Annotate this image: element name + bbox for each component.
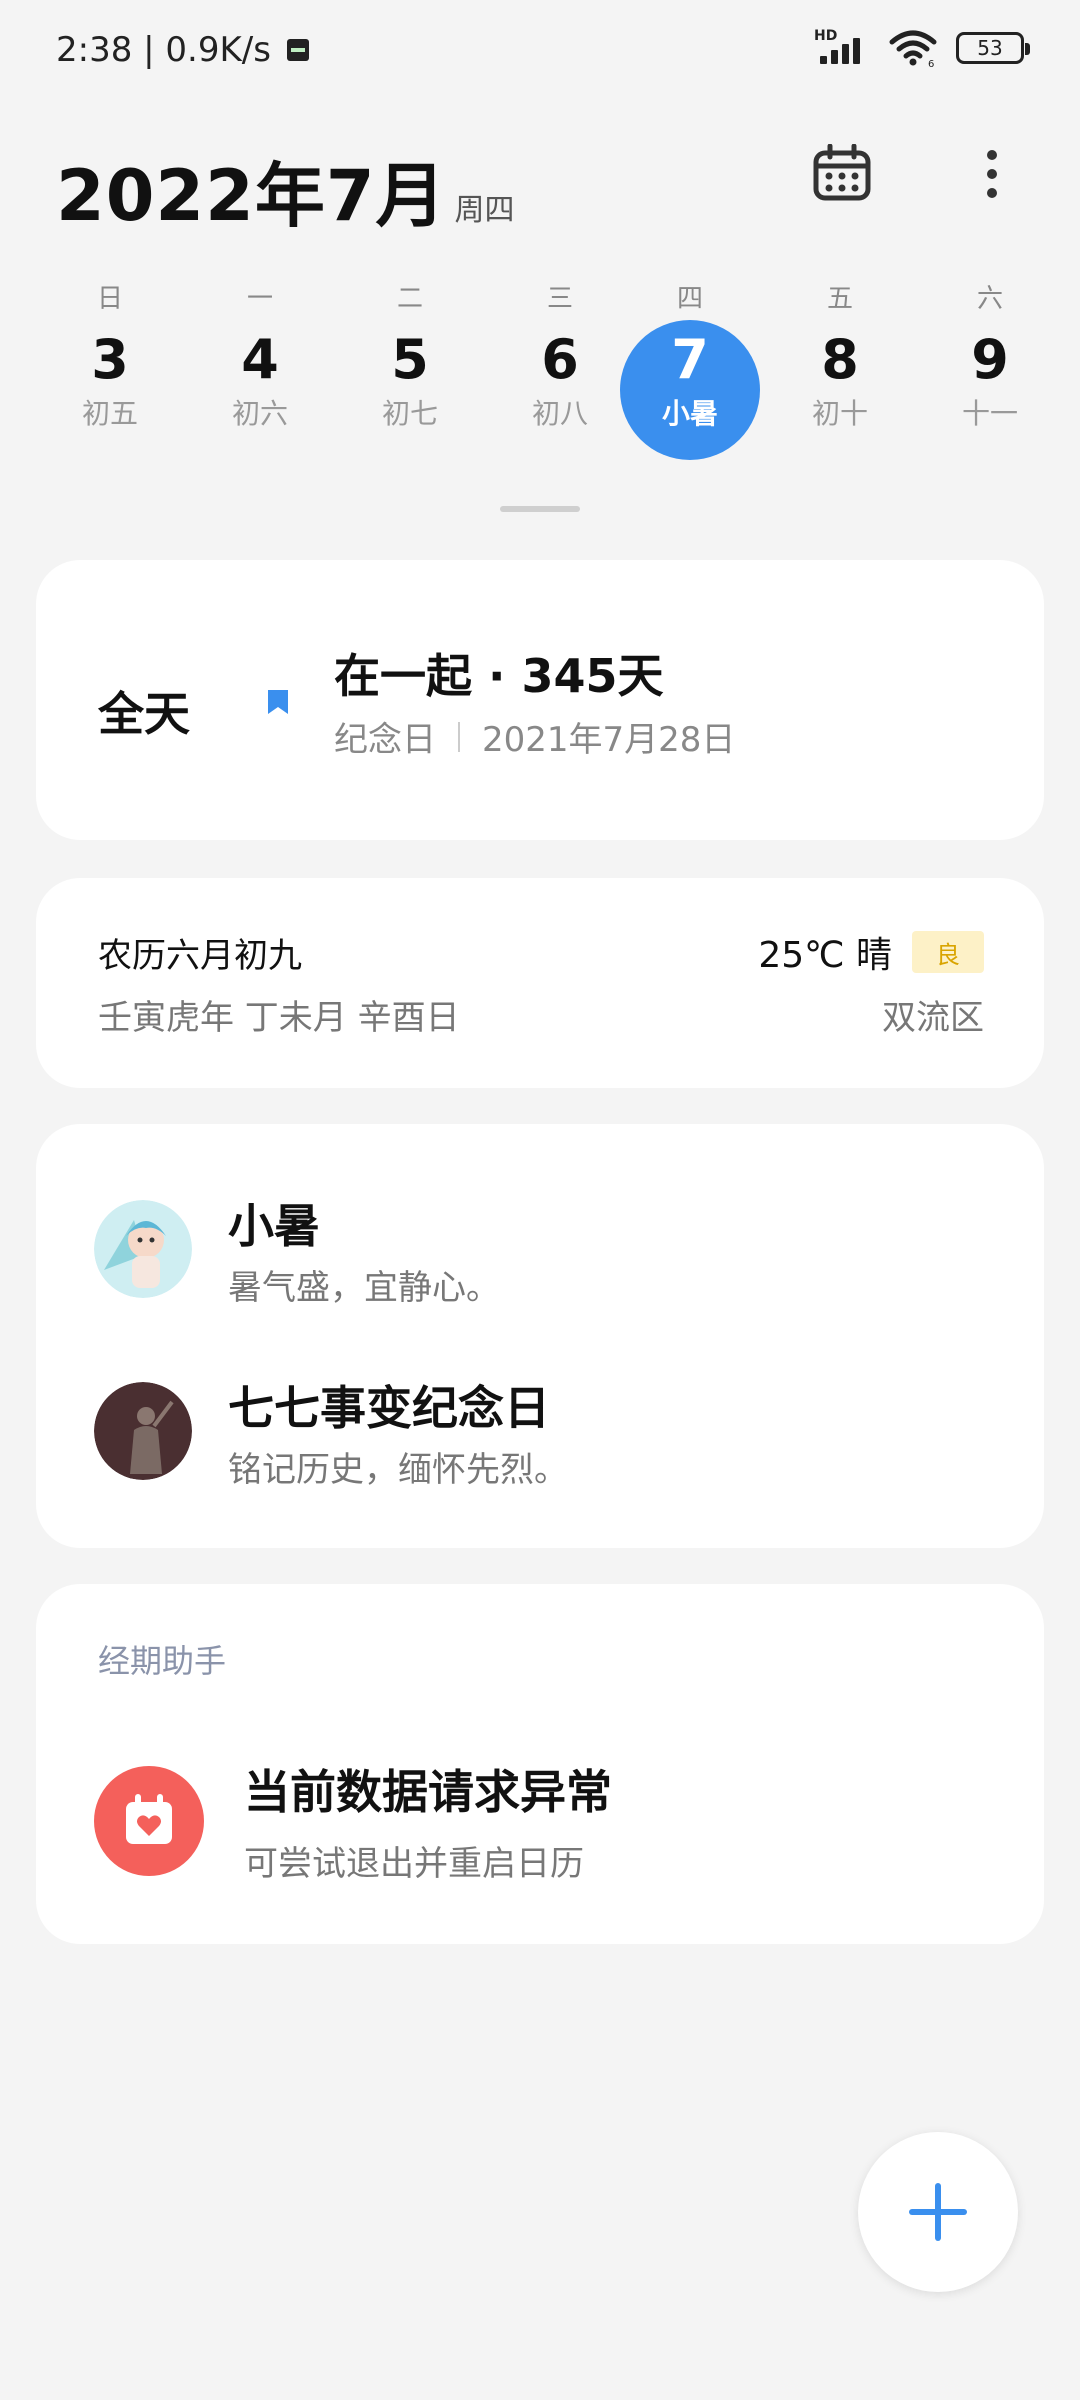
weekday-label: 周四 bbox=[454, 193, 515, 228]
period-calendar-icon bbox=[94, 1766, 204, 1876]
cell-signal-icon: HD bbox=[814, 28, 870, 68]
bookmark-icon bbox=[268, 690, 288, 714]
anniversary-card[interactable]: 全天 在一起 · 345天 纪念日 2021年7月28日 bbox=[36, 560, 1044, 840]
event-item[interactable]: 小暑 暑气盛，宜静心。 bbox=[36, 1180, 1044, 1308]
day-cell-selected[interactable]: 四 7 小暑 bbox=[620, 282, 760, 462]
add-event-button[interactable] bbox=[858, 2132, 1018, 2292]
day-cell[interactable]: 六 9 十一 bbox=[920, 282, 1060, 462]
all-day-label: 全天 bbox=[98, 687, 190, 741]
day-cell[interactable]: 二 5 初七 bbox=[340, 282, 480, 462]
sim-card-icon bbox=[286, 39, 309, 61]
svg-text:6: 6 bbox=[928, 59, 934, 68]
event-desc: 铭记历史，缅怀先烈。 bbox=[228, 1450, 568, 1490]
event-title: 七七事变纪念日 bbox=[228, 1381, 550, 1435]
month-title[interactable]: 2022年7月 周四 bbox=[56, 140, 515, 241]
day-cell[interactable]: 三 6 初八 bbox=[490, 282, 630, 462]
district-label: 双流区 bbox=[882, 998, 984, 1038]
anniversary-date: 2021年7月28日 bbox=[482, 720, 736, 760]
status-bar: 2:38 | 0.9K/s HD 6 53 bbox=[0, 0, 1080, 100]
year-month: 2022年7月 bbox=[56, 155, 447, 237]
weather-info: 25℃ 晴 良 bbox=[758, 926, 984, 978]
day-cell[interactable]: 一 4 初六 bbox=[190, 282, 330, 462]
time-and-speed: 2:38 | 0.9K/s bbox=[56, 30, 271, 70]
period-error-title: 当前数据请求异常 bbox=[244, 1765, 612, 1819]
divider bbox=[458, 721, 460, 752]
week-strip: 日 3 初五 一 4 初六 二 5 初七 三 6 初八 四 7 小暑 五 8 初… bbox=[40, 282, 1040, 462]
events-card: 小暑 暑气盛，宜静心。 七七事变纪念日 铭记历史，缅怀先烈。 bbox=[36, 1124, 1044, 1548]
wifi-icon: 6 bbox=[889, 30, 937, 68]
drag-handle[interactable] bbox=[500, 506, 580, 512]
period-header: 经期助手 bbox=[98, 1642, 227, 1680]
calendar-icon[interactable] bbox=[812, 144, 872, 202]
day-cell[interactable]: 日 3 初五 bbox=[40, 282, 180, 462]
battery-icon: 53 bbox=[956, 32, 1030, 64]
period-error-desc: 可尝试退出并重启日历 bbox=[244, 1844, 584, 1884]
plus-icon bbox=[909, 2183, 967, 2241]
event-desc: 暑气盛，宜静心。 bbox=[228, 1268, 500, 1308]
memorial-avatar bbox=[94, 1382, 192, 1480]
lunar-weather-card[interactable]: 农历六月初九 壬寅虎年 丁未月 辛酉日 25℃ 晴 良 双流区 bbox=[36, 878, 1044, 1088]
weather-text: 25℃ 晴 bbox=[758, 935, 892, 976]
anniversary-type: 纪念日 bbox=[334, 720, 436, 760]
solar-term-avatar bbox=[94, 1200, 192, 1298]
anniversary-title: 在一起 · 345天 bbox=[334, 649, 664, 703]
ganzhi-date: 壬寅虎年 丁未月 辛酉日 bbox=[98, 998, 460, 1038]
day-cell[interactable]: 五 8 初十 bbox=[770, 282, 910, 462]
battery-level: 53 bbox=[977, 36, 1003, 60]
lunar-date: 农历六月初九 bbox=[98, 936, 302, 976]
air-quality-badge: 良 bbox=[912, 931, 984, 973]
event-item[interactable]: 七七事变纪念日 铭记历史，缅怀先烈。 bbox=[36, 1362, 1044, 1490]
event-title: 小暑 bbox=[228, 1199, 320, 1253]
period-assistant-card[interactable]: 经期助手 当前数据请求异常 可尝试退出并重启日历 bbox=[36, 1584, 1044, 1944]
more-options-icon[interactable] bbox=[972, 144, 1012, 204]
